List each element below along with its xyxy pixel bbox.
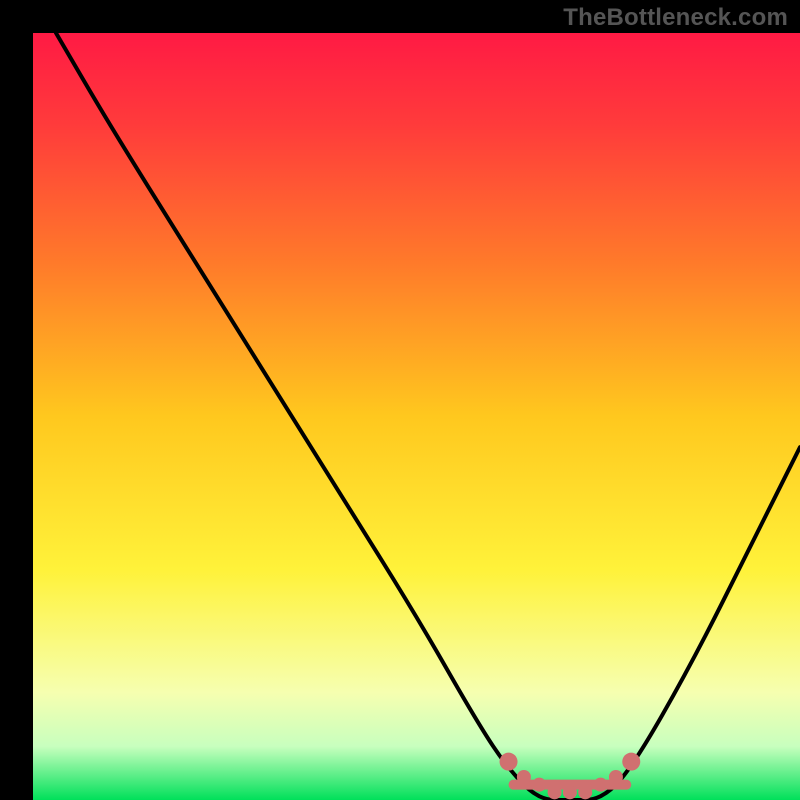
marker-dot [517,770,531,784]
marker-dot [622,753,640,771]
bottleneck-chart [0,0,800,800]
chart-container: TheBottleneck.com [0,0,800,800]
marker-dot [594,778,608,792]
marker-dot [500,753,518,771]
marker-dot [548,785,562,799]
marker-dot [532,778,546,792]
marker-dot [578,785,592,799]
marker-dot [609,770,623,784]
plot-area [33,33,800,800]
marker-dot [563,785,577,799]
watermark-text: TheBottleneck.com [563,4,788,32]
